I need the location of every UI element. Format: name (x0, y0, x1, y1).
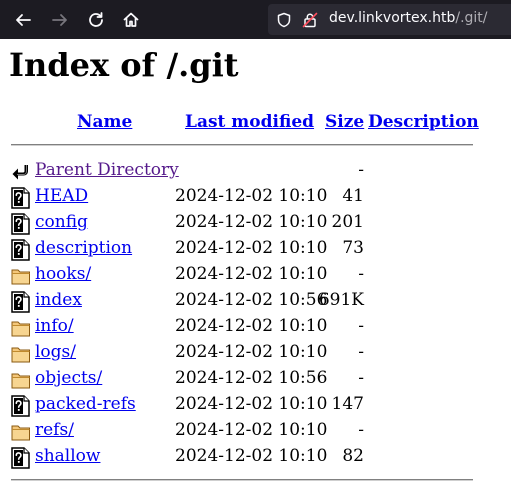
size-cell: - (358, 368, 364, 388)
table-row: info/2024-12-02 10:10 - (0, 314, 511, 340)
column-header-description[interactable]: Description (368, 112, 479, 132)
size-cell: 201 (331, 212, 364, 232)
unknown-file-icon (11, 395, 30, 417)
home-icon (123, 12, 139, 27)
reload-icon (89, 12, 103, 27)
table-row: packed-refs 2024-12-02 10:10 147 (0, 392, 511, 418)
unknown-file-icon (11, 447, 30, 469)
table-row: objects/2024-12-02 10:56 - (0, 366, 511, 392)
home-button[interactable] (118, 7, 144, 33)
size-cell: 691K (318, 290, 364, 310)
parent-directory-link[interactable]: Parent Directory (35, 160, 179, 180)
browser-toolbar: dev.linkvortex.htb/.git/ (0, 0, 511, 39)
insecure-lock-icon[interactable] (302, 12, 318, 28)
file-link[interactable]: hooks/ (35, 264, 91, 284)
table-row: config 2024-12-02 10:10 201 (0, 210, 511, 236)
table-row: description 2024-12-02 10:10 73 (0, 236, 511, 262)
last-modified-cell: 2024-12-02 10:10 (175, 420, 328, 440)
last-modified-cell: 2024-12-02 10:10 (175, 394, 328, 414)
file-link[interactable]: refs/ (35, 420, 74, 440)
file-link[interactable]: info/ (35, 316, 74, 336)
folder-icon (11, 425, 30, 441)
unknown-file-icon (11, 187, 30, 209)
table-row: logs/2024-12-02 10:10 - (0, 340, 511, 366)
shield-icon[interactable] (276, 12, 292, 28)
size-cell: 73 (342, 238, 364, 258)
forward-arrow-icon (52, 14, 67, 26)
last-modified-cell: 2024-12-02 10:10 (175, 186, 328, 206)
last-modified-cell: 2024-12-02 10:10 (175, 446, 328, 466)
top-divider (11, 144, 473, 146)
table-row: refs/2024-12-02 10:10 - (0, 418, 511, 444)
size-cell: 147 (331, 394, 364, 414)
file-link[interactable]: objects/ (35, 368, 102, 388)
size-cell: - (358, 316, 364, 336)
size-cell: - (358, 264, 364, 284)
size-cell: 41 (342, 186, 364, 206)
last-modified-cell: 2024-12-02 10:56 (175, 290, 328, 310)
file-link[interactable]: description (35, 238, 132, 258)
file-link[interactable]: config (35, 212, 88, 232)
back-button[interactable] (10, 7, 36, 33)
unknown-file-icon (11, 239, 30, 261)
file-link[interactable]: logs/ (35, 342, 76, 362)
page-title: Index of /.git (9, 46, 239, 84)
back-arrow-icon (16, 14, 31, 26)
size-cell: 82 (342, 446, 364, 466)
last-modified-cell: 2024-12-02 10:10 (175, 238, 328, 258)
url-path: /.git/ (455, 10, 488, 26)
file-link[interactable]: shallow (35, 446, 100, 466)
folder-icon (11, 347, 30, 363)
reload-button[interactable] (83, 7, 109, 33)
table-row: HEAD 2024-12-02 10:10 41 (0, 184, 511, 210)
parent-size: - (358, 160, 364, 180)
size-cell: - (358, 342, 364, 362)
last-modified-cell: 2024-12-02 10:10 (175, 212, 328, 232)
url-domain: dev.linkvortex.htb (329, 10, 456, 26)
folder-icon (11, 321, 30, 337)
file-link[interactable]: packed-refs (35, 394, 136, 414)
table-row: hooks/2024-12-02 10:10 - (0, 262, 511, 288)
back-arrow-icon (12, 165, 28, 180)
column-header-size[interactable]: Size (325, 112, 364, 132)
column-header-last-modified[interactable]: Last modified (185, 112, 314, 132)
folder-icon (11, 373, 30, 389)
last-modified-cell: 2024-12-02 10:10 (175, 342, 328, 362)
parent-directory-row: Parent Directory - (0, 158, 511, 184)
address-bar[interactable]: dev.linkvortex.htb/.git/ (268, 4, 511, 35)
url-text[interactable]: dev.linkvortex.htb/.git/ (329, 10, 488, 26)
last-modified-cell: 2024-12-02 10:10 (175, 316, 328, 336)
last-modified-cell: 2024-12-02 10:56 (175, 368, 328, 388)
folder-icon (11, 269, 30, 285)
column-header-name[interactable]: Name (77, 112, 132, 132)
forward-button[interactable] (47, 7, 73, 33)
file-link[interactable]: index (35, 290, 82, 310)
unknown-file-icon (11, 291, 30, 313)
file-link[interactable]: HEAD (35, 186, 88, 206)
table-row: shallow 2024-12-02 10:10 82 (0, 444, 511, 470)
last-modified-cell: 2024-12-02 10:10 (175, 264, 328, 284)
bottom-divider (11, 479, 473, 481)
table-row: index 2024-12-02 10:56 691K (0, 288, 511, 314)
size-cell: - (358, 420, 364, 440)
unknown-file-icon (11, 213, 30, 235)
